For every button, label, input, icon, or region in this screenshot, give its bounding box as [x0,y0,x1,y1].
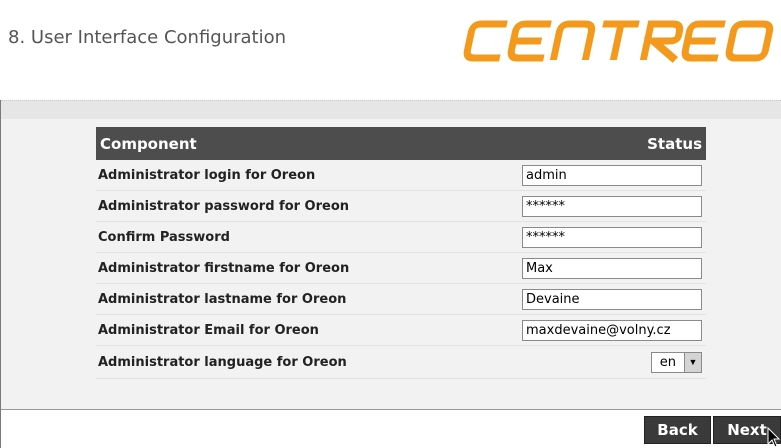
header-separator [1,100,781,120]
chevron-down-icon[interactable]: ▼ [684,352,701,372]
content-area: Component Status Administrator login for… [1,119,781,409]
row-label-admin-email: Administrator Email for Oreon [98,322,319,338]
admin-lastname-input[interactable]: Devaine [522,288,702,310]
centreon-logo-graphic [463,20,774,63]
table-row: Confirm Password ****** [96,222,706,253]
table-row: Administrator lastname for Oreon Devaine [96,284,706,315]
header: 8. User Interface Configuration [0,0,781,100]
back-button[interactable]: Back [644,416,711,444]
admin-firstname-input[interactable]: Max [522,257,702,279]
mouse-pointer-icon [767,427,781,448]
row-label-admin-password: Administrator password for Oreon [98,198,350,214]
confirm-password-input[interactable]: ****** [522,226,702,248]
row-label-admin-lastname: Administrator lastname for Oreon [98,291,347,307]
row-label-admin-login: Administrator login for Oreon [98,167,316,183]
row-label-admin-language: Administrator language for Oreon [98,354,347,370]
admin-login-input[interactable]: admin [522,164,702,186]
admin-email-input[interactable]: maxdevaine@volny.cz [522,319,702,341]
footer: Back Next [1,410,781,448]
admin-password-input[interactable]: ****** [522,195,702,217]
row-label-admin-firstname: Administrator firstname for Oreon [98,260,350,276]
table-row: Administrator login for Oreon admin [96,160,706,191]
admin-language-select[interactable]: en ▼ [650,351,702,373]
table-row: Administrator firstname for Oreon Max [96,253,706,284]
centreon-logo [462,10,781,82]
column-header-status: Status [647,134,702,153]
language-selected-value: en [659,354,676,370]
config-table: Component Status Administrator login for… [96,127,706,379]
page-title: 8. User Interface Configuration [8,27,287,48]
row-label-confirm-password: Confirm Password [98,229,230,245]
table-row: Administrator language for Oreon en ▼ [96,346,706,379]
column-header-component: Component [100,134,197,153]
table-header: Component Status [96,127,706,160]
table-row: Administrator password for Oreon ****** [96,191,706,222]
table-row: Administrator Email for Oreon maxdevaine… [96,315,706,346]
